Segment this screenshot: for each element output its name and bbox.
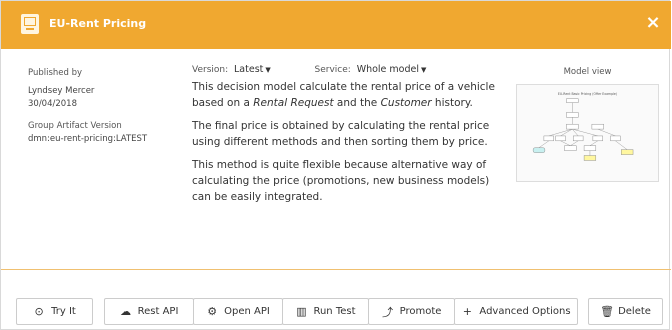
author-name: Lyndsey Mercer — [28, 86, 95, 96]
service-value: Whole model — [356, 64, 419, 75]
delete-button[interactable]: 🗑 Delete — [588, 298, 663, 325]
model-details-dialog: EU-Rent Pricing × Published by Lyndsey M… — [0, 0, 671, 330]
play-circle-icon: ⊙ — [34, 305, 44, 318]
description-text: history. — [431, 97, 473, 109]
description-paragraph-1: This decision model calculate the rental… — [192, 79, 497, 111]
promote-button[interactable]: ⤴ Promote — [368, 298, 455, 325]
diagram-nodes — [532, 98, 634, 161]
customer-term: Customer — [380, 97, 432, 109]
publication-info: Published by Lyndsey Mercer 30/04/2018 G… — [28, 67, 178, 146]
service-label: Service: — [314, 65, 351, 75]
version-dropdown[interactable]: Latest ▼ — [234, 64, 271, 75]
caret-down-icon: ▼ — [265, 66, 271, 74]
model-view-thumbnail[interactable]: EU-Rent Basic Pricing (Offer Example) — [516, 84, 659, 182]
trash-icon: 🗑 — [600, 305, 615, 318]
dmn-diagram-thumbnail: EU-Rent Basic Pricing (Offer Example) — [532, 92, 634, 161]
description-text: and the — [333, 97, 381, 109]
section-divider — [1, 269, 671, 270]
rental-request-term: Rental Request — [253, 97, 334, 109]
button-label: Rest API — [137, 306, 179, 317]
model-description: This decision model calculate the rental… — [192, 79, 497, 212]
cogs-icon: ⚙ — [207, 305, 218, 318]
diagram-title: EU-Rent Basic Pricing (Offer Example) — [558, 92, 617, 96]
run-test-button[interactable]: ▥ Run Test — [282, 298, 369, 325]
caret-down-icon: ▼ — [421, 66, 427, 74]
group-artifact-label: Group Artifact Version — [28, 121, 122, 131]
model-view-label: Model view — [563, 67, 612, 77]
plus-icon: + — [462, 305, 473, 318]
published-by-label: Published by — [28, 68, 83, 78]
description-paragraph-3: This method is quite flexible because al… — [192, 159, 490, 203]
diagram-edges — [538, 102, 628, 156]
group-artifact-value: dmn:eu-rent-pricing:LATEST — [28, 134, 148, 144]
button-label: Try It — [51, 306, 76, 317]
button-label: Promote — [399, 306, 442, 317]
publish-date: 30/04/2018 — [28, 99, 77, 109]
service-dropdown[interactable]: Whole model ▼ — [357, 64, 427, 75]
button-label: Advanced Options — [479, 306, 571, 317]
try-it-button[interactable]: ⊙ Try It — [16, 298, 93, 325]
rest-api-button[interactable]: ☁ Rest API — [104, 298, 194, 325]
dialog-title: EU-Rent Pricing — [49, 17, 147, 30]
version-value: Latest — [234, 64, 264, 75]
description-paragraph-2: The final price is obtained by calculati… — [192, 120, 490, 148]
arrow-up-icon: ⤴ — [382, 305, 394, 319]
open-api-button[interactable]: ⚙ Open API — [193, 298, 283, 325]
cloud-upload-icon: ☁ — [120, 305, 132, 318]
version-service-selectors: Version: Latest ▼ Service: Whole model ▼ — [192, 64, 426, 75]
button-label: Open API — [224, 306, 270, 317]
version-label: Version: — [192, 65, 229, 75]
advanced-options-button[interactable]: + Advanced Options — [454, 298, 578, 325]
table-icon: ▥ — [296, 305, 307, 318]
dialog-titlebar: EU-Rent Pricing × — [1, 1, 671, 49]
button-label: Run Test — [313, 306, 356, 317]
button-label: Delete — [618, 306, 651, 317]
monitor-icon — [21, 14, 39, 34]
close-icon[interactable]: × — [643, 13, 663, 33]
